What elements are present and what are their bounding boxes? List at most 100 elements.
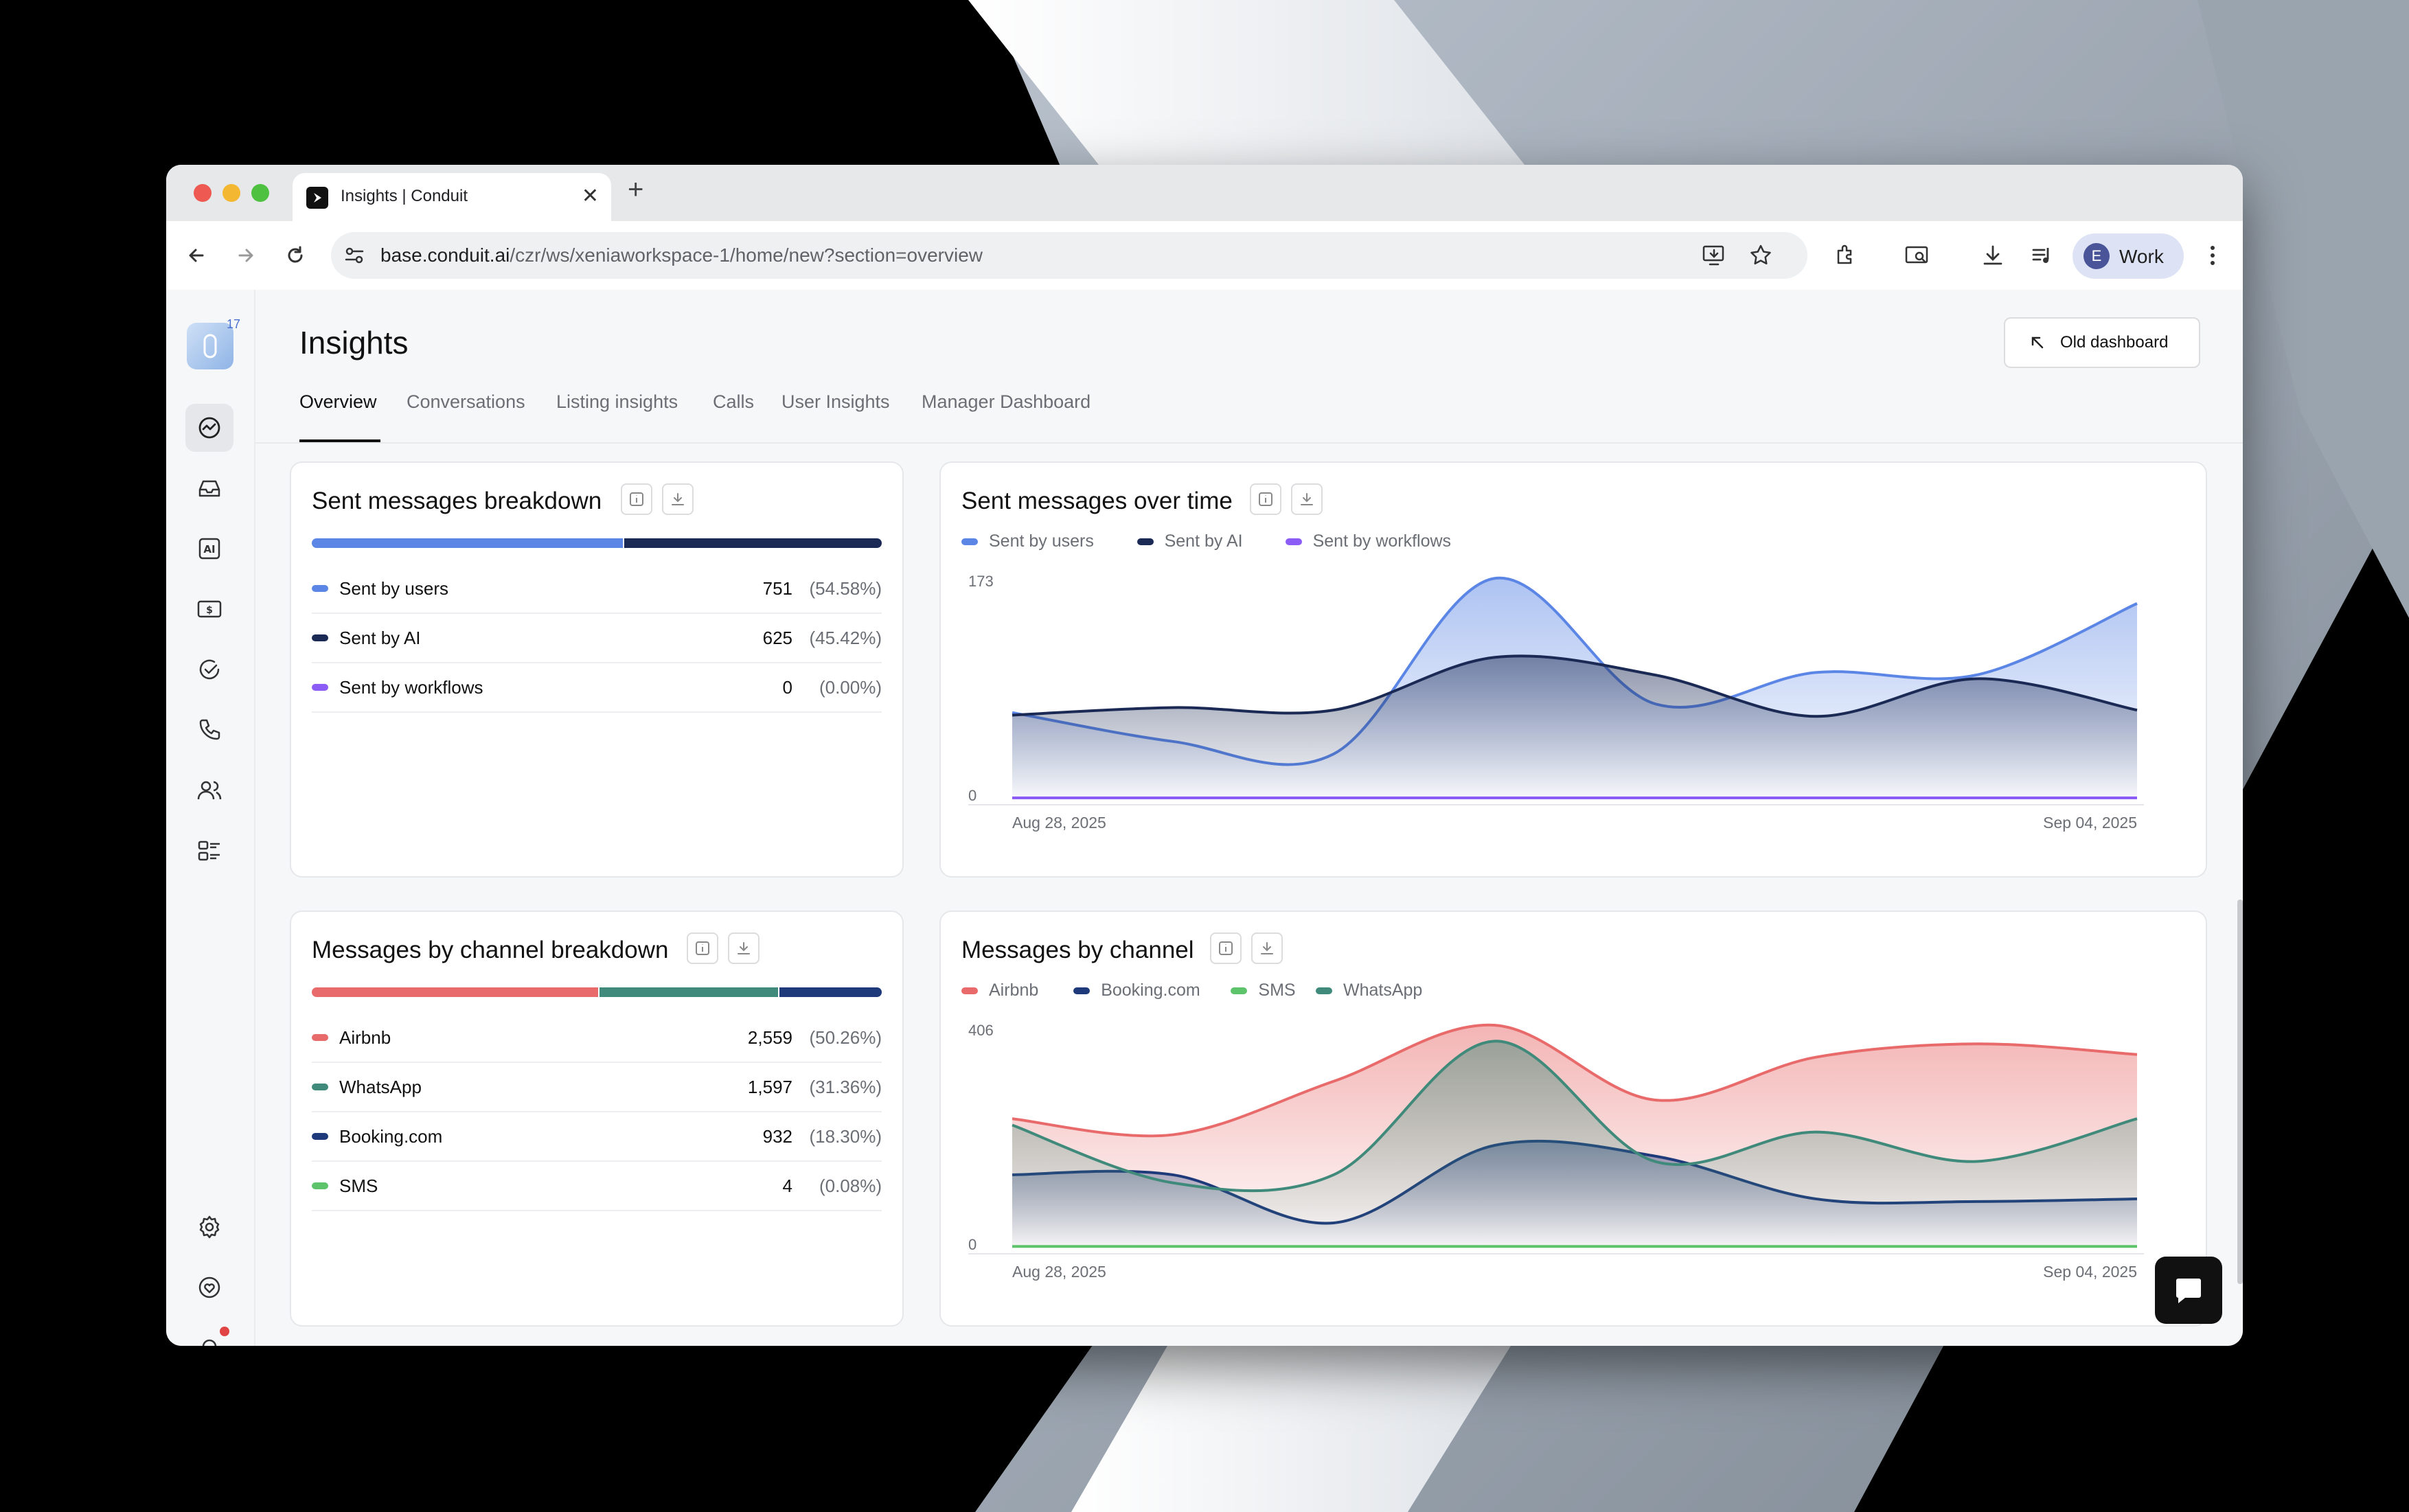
info-icon[interactable] [621,483,652,515]
url-text: base.conduit.ai/czr/ws/xeniaworkspace-1/… [380,244,983,266]
url-path: /czr/ws/xeniaworkspace-1/home/new?sectio… [510,244,983,266]
legend-swatch [312,684,328,691]
bookmark-star-icon[interactable] [1748,243,1773,271]
arrow-up-left-icon [2031,336,2044,349]
reload-icon[interactable] [282,242,309,269]
media-controls-icon[interactable] [2029,242,2056,269]
download-icon[interactable] [662,483,694,515]
row-value: 932 [762,1126,792,1147]
chat-icon [2176,1279,2201,1303]
svg-text:AI: AI [203,543,215,555]
extensions-icon[interactable] [1832,242,1860,269]
download-icon[interactable] [728,932,760,964]
breakdown-stacked-bar [312,538,882,548]
profile-button[interactable]: E Work [2073,233,2184,279]
install-app-icon[interactable] [1702,243,1726,271]
page-header: Insights Old dashboard Overview Conversa… [255,290,2243,444]
browser-tab[interactable]: Insights | Conduit ✕ [293,173,611,221]
tab-calls[interactable]: Calls [713,391,754,413]
tab-overview[interactable]: Overview [299,391,377,413]
tab-search-icon[interactable] [1904,242,1931,269]
stacked-bar-segment [598,987,779,997]
back-icon[interactable] [183,242,210,269]
chat-launcher-button[interactable] [2155,1257,2222,1324]
row-value: 625 [762,628,792,648]
stacked-bar-segment [623,538,882,548]
inbox-icon[interactable] [185,464,233,512]
tab-manager-dashboard[interactable]: Manager Dashboard [922,391,1091,413]
payments-icon[interactable]: $ [185,585,233,633]
calls-icon[interactable] [185,706,233,754]
stacked-bar-segment [778,987,882,997]
menu-kebab-icon[interactable] [2199,242,2226,269]
messages-by-channel-breakdown-card: Messages by channel breakdown Airbnb 2,55… [290,910,904,1327]
breakdown-row: Sent by users 751 (54.58%) [312,563,882,614]
forward-icon[interactable] [232,242,260,269]
row-label: Sent by AI [339,628,421,648]
maximize-window-button[interactable] [251,184,269,202]
row-label: Sent by workflows [339,677,483,698]
sent-messages-breakdown-card: Sent messages breakdown Sent by users 751… [290,461,904,878]
row-percent: (50.26%) [809,1027,882,1048]
close-tab-icon[interactable]: ✕ [582,184,599,208]
tab-title: Insights | Conduit [341,187,468,205]
ai-icon[interactable]: AI [185,525,233,573]
new-tab-icon[interactable]: + [628,174,643,205]
row-percent: (0.00%) [819,677,882,698]
downloads-icon[interactable] [1979,242,2007,269]
legend-swatch [312,1182,328,1189]
stacked-bar-segment [312,538,623,548]
users-icon[interactable] [185,766,233,814]
row-value: 4 [782,1176,792,1196]
breakdown-row: Sent by AI 625 (45.42%) [312,612,882,663]
row-value: 1,597 [747,1077,792,1097]
row-label: Booking.com [339,1126,443,1147]
site-settings-icon[interactable] [343,244,365,270]
listings-icon[interactable] [185,827,233,875]
row-value: 751 [762,578,792,599]
legend-swatch [312,1034,328,1041]
sent-messages-over-time-card: Sent messages over time Sent by users Sen… [939,461,2207,878]
tab-conversations[interactable]: Conversations [407,391,525,413]
breakdown-row: SMS 4 (0.08%) [312,1160,882,1211]
x-tick-label: Sep 04, 2025 [2043,814,2137,832]
card-title: Messages by channel breakdown [312,937,669,963]
x-tick-label: Aug 28, 2025 [1012,1263,1106,1281]
tasks-icon[interactable] [185,645,233,694]
address-bar[interactable]: base.conduit.ai/czr/ws/xeniaworkspace-1/… [331,232,1807,279]
row-value: 2,559 [747,1027,792,1048]
breakdown-row: WhatsApp 1,597 (31.36%) [312,1062,882,1112]
breakdown-row: Booking.com 932 (18.30%) [312,1111,882,1162]
row-percent: (0.08%) [819,1176,882,1196]
workspace-badge: 17 [226,317,240,331]
x-tick-label: Aug 28, 2025 [1012,814,1106,832]
x-tick-label: Sep 04, 2025 [2043,1263,2137,1281]
row-label: Sent by users [339,578,448,599]
page-scrollbar[interactable] [2237,900,2243,1284]
tab-listing-insights[interactable]: Listing insights [556,391,678,413]
tab-user-insights[interactable]: User Insights [781,391,890,413]
row-label: WhatsApp [339,1077,422,1097]
settings-icon[interactable] [185,1203,233,1251]
old-dashboard-label: Old dashboard [2060,333,2169,352]
row-percent: (45.42%) [809,628,882,648]
minimize-window-button[interactable] [222,184,240,202]
support-icon[interactable] [185,1263,233,1311]
close-window-button[interactable] [194,184,212,202]
insights-icon[interactable] [185,404,233,452]
y-tick-label: 0 [968,787,977,804]
main-content: Insights Old dashboard Overview Conversa… [255,290,2243,1346]
conduit-logo-icon [306,187,328,209]
workspace-logo[interactable]: 17 [187,317,240,369]
messages-by-channel-card: Messages by channel Airbnb Booking.com SMS… [939,910,2207,1327]
row-label: SMS [339,1176,378,1196]
row-percent: (18.30%) [809,1126,882,1147]
sent-messages-area-chart: 173 0 Aug 28, 2025 Sep 04, 2025 [968,573,2144,832]
info-icon[interactable] [687,932,718,964]
card-title: Sent messages breakdown [312,488,602,514]
old-dashboard-button[interactable]: Old dashboard [2004,317,2200,368]
legend-swatch [312,1084,328,1090]
svg-text:$: $ [206,605,213,616]
breakdown-stacked-bar [312,987,882,997]
bell-icon[interactable] [185,1324,233,1346]
